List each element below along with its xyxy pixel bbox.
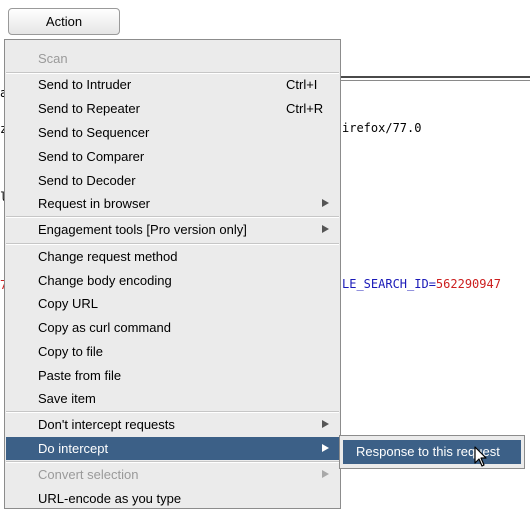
action-context-menu: Scan Send to Intruder Ctrl+I Send to Repe… [4,39,341,509]
divider-line-light [340,80,530,81]
menu-item-label: Do intercept [38,441,109,456]
menu-item-label: Copy as curl command [38,320,171,335]
do-intercept-submenu: Response to this request [339,435,525,469]
menu-item-scan: Scan [6,47,339,70]
menu-item-label: URL-encode as you type [38,491,182,506]
menu-item-label: Paste from file [38,368,122,383]
param-key: LE_SEARCH_ID= [342,277,436,291]
menu-item-label: Send to Intruder [38,77,132,92]
menu-item-label: Copy URL [38,296,98,311]
submenu-arrow-icon [322,225,329,233]
menu-item-label: Send to Decoder [38,173,136,188]
submenu-arrow-icon [322,420,329,428]
submenu-item-response-to-this-request[interactable]: Response to this request [343,440,521,464]
submenu-arrow-icon [322,470,329,478]
menu-item-request-in-browser[interactable]: Request in browser [6,192,339,215]
menu-item-do-intercept[interactable]: Do intercept [6,437,339,460]
menu-item-label: Send to Repeater [38,101,140,116]
menu-item-change-request-method[interactable]: Change request method [6,245,339,268]
menu-item-save-item[interactable]: Save item [6,387,339,410]
menu-item-label: Change body encoding [38,273,172,288]
menu-item-label: Scan [38,51,68,66]
menu-item-label: Don't intercept requests [38,417,175,432]
menu-item-change-body-encoding[interactable]: Change body encoding [6,269,339,292]
menu-item-send-to-sequencer[interactable]: Send to Sequencer [6,121,339,144]
menu-item-label: Change request method [38,249,178,264]
menu-item-label: Convert selection [38,467,139,482]
menu-item-send-to-decoder[interactable]: Send to Decoder [6,169,339,192]
menu-item-label: Save item [38,391,96,406]
submenu-arrow-icon [322,199,329,207]
menu-item-label: Copy to file [38,344,104,359]
menu-item-send-to-repeater[interactable]: Send to Repeater Ctrl+R [6,97,339,120]
shortcut-label: Ctrl+R [286,101,324,116]
menu-item-dont-intercept[interactable]: Don't intercept requests [6,413,339,436]
action-button[interactable]: Action [8,8,120,35]
shortcut-label: Ctrl+I [286,77,318,92]
mouse-cursor-icon [474,446,487,467]
menu-item-label: Send to Sequencer [38,125,150,140]
menu-item-label: Send to Comparer [38,149,145,164]
menu-item-label: Engagement tools [Pro version only] [38,222,247,237]
editor-line-parameter: LE_SEARCH_ID=562290947 [342,277,501,291]
menu-item-send-to-intruder[interactable]: Send to Intruder Ctrl+I [6,73,339,96]
menu-item-engagement-tools[interactable]: Engagement tools [Pro version only] [6,218,339,241]
menu-item-convert-selection: Convert selection [6,463,339,486]
divider-line [340,76,530,78]
menu-item-copy-url[interactable]: Copy URL [6,292,339,315]
menu-item-url-encode[interactable]: URL-encode as you type [6,487,339,510]
menu-item-copy-to-file[interactable]: Copy to file [6,340,339,363]
editor-line-user-agent: irefox/77.0 [342,121,422,135]
menu-item-copy-as-curl[interactable]: Copy as curl command [6,316,339,339]
menu-item-paste-from-file[interactable]: Paste from file [6,364,339,387]
submenu-arrow-icon [322,444,329,452]
param-value: 562290947 [435,277,501,291]
menu-item-label: Request in browser [38,196,150,211]
menu-item-send-to-comparer[interactable]: Send to Comparer [6,145,339,168]
